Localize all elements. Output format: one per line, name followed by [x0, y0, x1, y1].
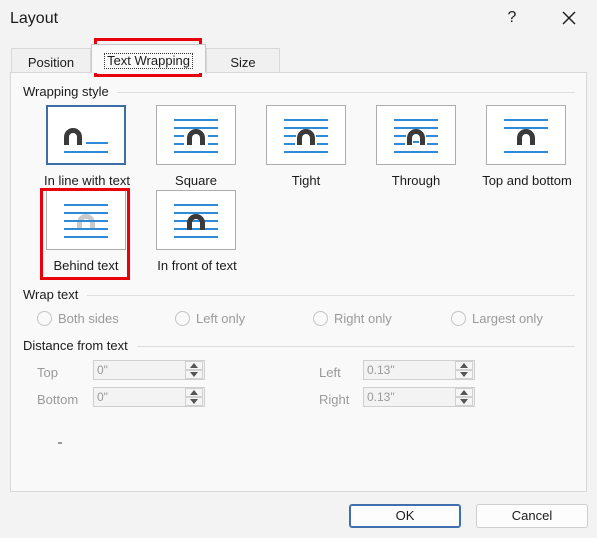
distance-left-spinner[interactable]: 0.13" — [363, 360, 475, 380]
wrap-option-square-label: Square — [175, 173, 217, 188]
spin-down-button[interactable] — [185, 397, 203, 406]
spin-up-button[interactable] — [455, 361, 473, 370]
distance-heading: Distance from text — [23, 338, 128, 353]
arrow-down-icon — [190, 372, 198, 377]
cancel-button[interactable]: Cancel — [476, 504, 588, 528]
distance-bottom-label: Bottom — [37, 392, 79, 407]
distance-right-label: Right — [319, 392, 350, 407]
distance-bottom-spinner[interactable]: 0" — [93, 387, 205, 407]
wrap-option-through[interactable] — [376, 105, 456, 165]
radio-circle — [37, 311, 52, 326]
spin-down-button[interactable] — [185, 370, 203, 379]
distance-divider — [137, 346, 575, 347]
radio-largest-only-label: Largest only — [472, 311, 543, 326]
help-button[interactable]: ? — [498, 4, 526, 32]
dialog-title: Layout — [10, 10, 59, 27]
ok-button[interactable]: OK — [349, 504, 461, 528]
spin-up-button[interactable] — [455, 388, 473, 397]
tab-text-wrapping-label: Text Wrapping — [104, 53, 193, 69]
radio-right-only-label: Right only — [334, 311, 392, 326]
arrow-up-icon — [460, 363, 468, 368]
wrap-option-in-front-of-text[interactable] — [156, 190, 236, 250]
spin-down-button[interactable] — [455, 370, 473, 379]
stray-mark — [58, 442, 62, 444]
top-and-bottom-wrap-icon — [504, 119, 548, 153]
wrapping-style-heading: Wrapping style — [23, 84, 109, 99]
spin-up-button[interactable] — [185, 388, 203, 397]
distance-bottom-value: 0" — [97, 390, 108, 404]
in-line-wrap-icon — [64, 128, 108, 153]
radio-both-sides[interactable]: Both sides — [37, 310, 147, 328]
distance-left-label: Left — [319, 365, 341, 380]
distance-right-value: 0.13" — [367, 390, 395, 404]
through-wrap-icon — [394, 119, 438, 153]
wrap-option-square[interactable] — [156, 105, 236, 165]
wrap-option-top-and-bottom-label: Top and bottom — [482, 173, 572, 188]
close-button[interactable] — [554, 4, 584, 32]
tab-position-label: Position — [27, 55, 75, 70]
wrap-option-behind-text[interactable] — [46, 190, 126, 250]
arrow-up-icon — [190, 363, 198, 368]
square-wrap-icon — [174, 119, 218, 153]
text-wrapping-panel: Wrapping style In line with text Square — [10, 72, 587, 492]
wrap-option-top-and-bottom[interactable] — [486, 105, 566, 165]
wrapping-style-divider — [117, 92, 575, 93]
distance-top-label: Top — [37, 365, 58, 380]
distance-left-value: 0.13" — [367, 363, 395, 377]
radio-right-only[interactable]: Right only — [313, 310, 423, 328]
distance-top-value: 0" — [97, 363, 108, 377]
arrow-down-icon — [460, 399, 468, 404]
behind-text-wrap-icon — [64, 204, 108, 238]
arrow-up-icon — [190, 390, 198, 395]
wrap-option-in-line[interactable] — [46, 105, 126, 165]
tab-text-wrapping[interactable]: Text Wrapping — [91, 44, 206, 73]
tight-wrap-icon — [284, 119, 328, 153]
wrap-option-through-label: Through — [391, 173, 441, 188]
spin-up-button[interactable] — [185, 361, 203, 370]
radio-both-sides-label: Both sides — [58, 311, 119, 326]
close-icon — [562, 11, 576, 25]
distance-top-spinner[interactable]: 0" — [93, 360, 205, 380]
radio-largest-only[interactable]: Largest only — [451, 310, 571, 328]
arrow-up-icon — [460, 390, 468, 395]
tab-size-label: Size — [230, 55, 256, 70]
tab-size[interactable]: Size — [206, 48, 280, 73]
title-bar: Layout ? — [0, 0, 597, 38]
tab-position[interactable]: Position — [11, 48, 91, 73]
wrap-option-in-front-of-text-label: In front of text — [157, 258, 237, 273]
wrap-text-heading: Wrap text — [23, 287, 79, 302]
radio-left-only-label: Left only — [196, 311, 246, 326]
radio-left-only[interactable]: Left only — [175, 310, 275, 328]
radio-circle — [175, 311, 190, 326]
wrap-option-tight-label: Tight — [291, 173, 321, 188]
radio-circle — [313, 311, 328, 326]
in-front-of-text-wrap-icon — [174, 204, 218, 238]
wrap-option-tight[interactable] — [266, 105, 346, 165]
wrap-text-divider — [87, 295, 575, 296]
arrow-down-icon — [190, 399, 198, 404]
wrap-option-behind-text-label: Behind text — [53, 258, 119, 273]
spin-down-button[interactable] — [455, 397, 473, 406]
arrow-down-icon — [460, 372, 468, 377]
radio-circle — [451, 311, 466, 326]
distance-right-spinner[interactable]: 0.13" — [363, 387, 475, 407]
wrap-option-in-line-label: In line with text — [44, 173, 130, 188]
